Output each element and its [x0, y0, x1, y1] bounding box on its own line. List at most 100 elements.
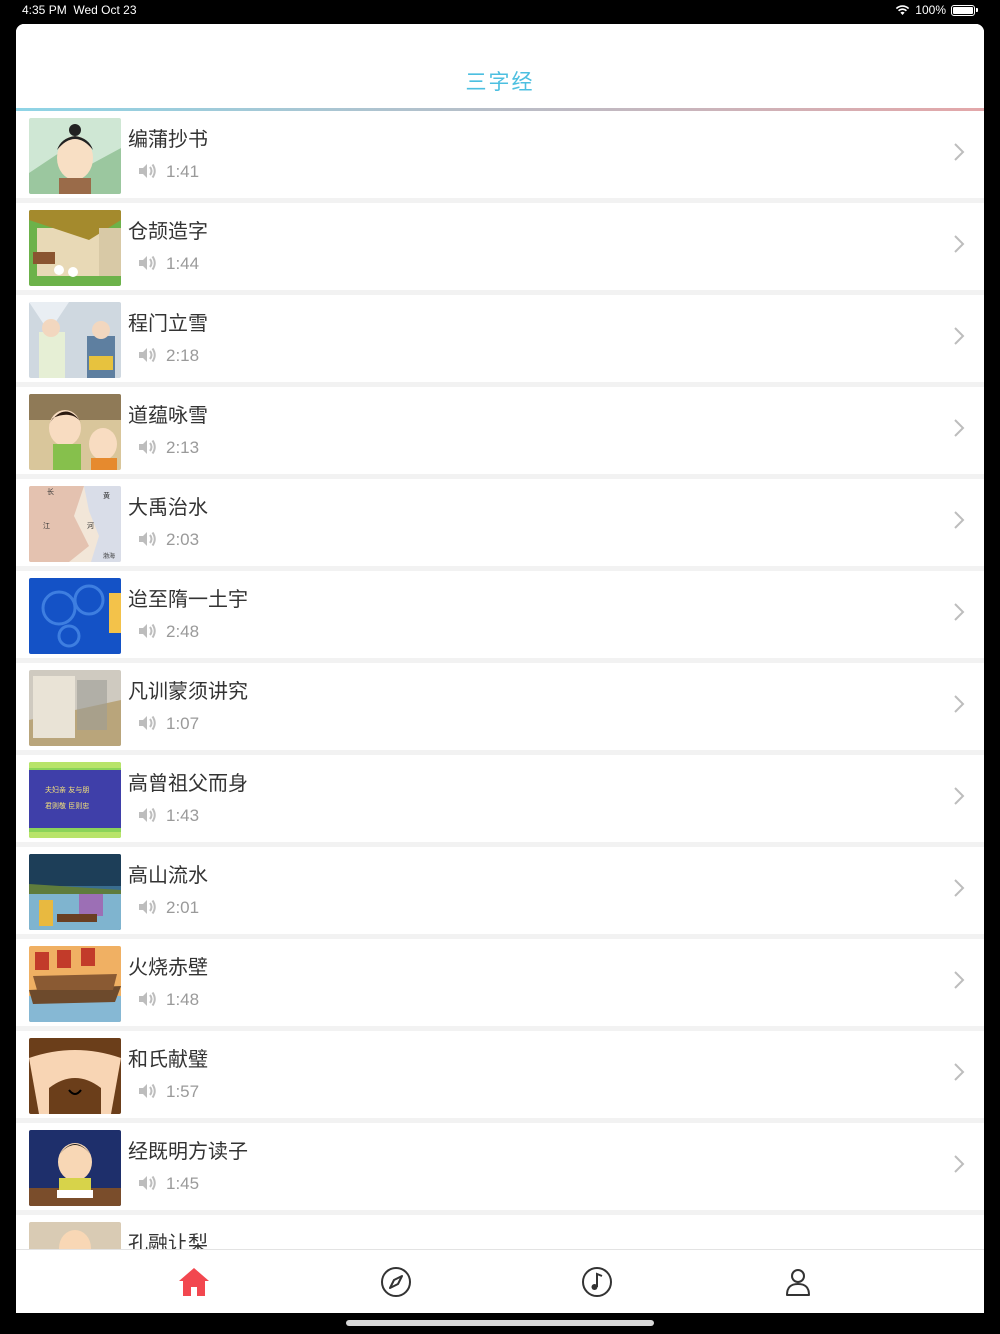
lesson-title: 经既明方读子 [128, 1139, 248, 1163]
speaker-icon [139, 1175, 156, 1191]
chevron-right-icon [954, 235, 965, 253]
chevron-right-icon [954, 695, 965, 713]
status-bar: 4:35 PM Wed Oct 23 100% [0, 0, 1000, 22]
battery-tip [976, 8, 978, 12]
lesson-title: 仓颉造字 [128, 219, 208, 243]
lesson-duration: 1:41 [166, 162, 200, 181]
svg-text:江: 江 [43, 522, 50, 530]
music-note-icon [582, 1267, 612, 1297]
list-item[interactable]: 和氏献璧 1:57 [16, 1031, 984, 1118]
battery-percent: 100% [915, 3, 946, 17]
lesson-title: 大禹治水 [128, 495, 208, 519]
lesson-title: 孔融让梨 [128, 1231, 208, 1249]
chevron-right-icon [954, 603, 965, 621]
chevron-right-icon [954, 1155, 965, 1173]
chevron-right-icon [954, 787, 965, 805]
lesson-thumbnail: 夫妇亲 友与朋君则敬 臣则忠 [29, 762, 121, 838]
lesson-thumbnail [29, 1038, 121, 1114]
list-item[interactable]: 孔融让梨 [16, 1215, 984, 1249]
speaker-icon [139, 1083, 156, 1099]
speaker-icon [139, 163, 156, 179]
list-item[interactable]: 迨至隋一土宇 2:48 [16, 571, 984, 658]
speaker-icon [139, 255, 156, 271]
lesson-title: 迨至隋一土宇 [128, 587, 248, 611]
chevron-right-icon [954, 1063, 965, 1081]
svg-text:黄: 黄 [103, 491, 110, 500]
status-indicators: 100% [895, 3, 978, 17]
lesson-thumbnail [29, 854, 121, 930]
svg-text:君则敬 臣则忠: 君则敬 臣则忠 [45, 801, 89, 810]
lesson-title: 编蒲抄书 [128, 127, 208, 151]
lesson-thumbnail [29, 118, 121, 194]
lesson-title: 高曾祖父而身 [128, 771, 248, 795]
lesson-duration: 1:48 [166, 990, 200, 1009]
lesson-list[interactable]: 编蒲抄书 1:41 仓颉造字 1:44 程门立雪 2:18 道蕴咏雪 2:13 长 黄江 河渤海 大禹… [16, 111, 984, 1249]
list-item[interactable]: 长 黄江 河渤海 大禹治水 2:03 [16, 479, 984, 566]
list-item[interactable]: 夫妇亲 友与朋 君则敬 臣则忠 高曾祖父而身 1:43 [16, 755, 984, 842]
lesson-thumbnail [29, 670, 121, 746]
tab-music[interactable] [579, 1264, 615, 1300]
lesson-title: 程门立雪 [128, 311, 208, 335]
tab-home[interactable] [176, 1264, 212, 1300]
speaker-icon [139, 439, 156, 455]
lesson-duration: 2:03 [166, 530, 200, 549]
svg-text:渤海: 渤海 [103, 552, 115, 560]
tab-bar [16, 1249, 984, 1313]
svg-text:夫妇亲 友与朋: 夫妇亲 友与朋 [45, 785, 89, 794]
speaker-icon [139, 899, 156, 915]
chevron-right-icon [954, 327, 965, 345]
speaker-icon [139, 715, 156, 731]
lesson-title: 高山流水 [128, 863, 208, 887]
lesson-title: 道蕴咏雪 [128, 403, 208, 427]
chevron-right-icon [954, 511, 965, 529]
lesson-duration: 1:57 [166, 1082, 200, 1101]
lesson-thumbnail [29, 210, 121, 286]
list-item[interactable]: 高山流水 2:01 [16, 847, 984, 934]
compass-icon [381, 1267, 411, 1297]
lesson-duration: 2:01 [166, 898, 200, 917]
status-date: Wed Oct 23 [73, 3, 137, 17]
lesson-thumbnail [29, 946, 121, 1022]
chevron-right-icon [954, 143, 965, 161]
list-item[interactable]: 编蒲抄书 1:41 [16, 111, 984, 198]
lesson-duration: 1:43 [166, 806, 200, 825]
page-title: 三字经 [465, 70, 535, 94]
speaker-icon [139, 347, 156, 363]
lesson-thumbnail [29, 1130, 121, 1206]
lesson-title: 凡训蒙须讲究 [128, 679, 248, 703]
list-item[interactable]: 道蕴咏雪 2:13 [16, 387, 984, 474]
lesson-title: 和氏献璧 [128, 1047, 208, 1071]
lesson-duration: 2:13 [166, 438, 200, 457]
speaker-icon [139, 623, 156, 639]
lesson-title: 火烧赤壁 [128, 955, 208, 979]
lesson-thumbnail [29, 302, 121, 378]
list-item[interactable]: 程门立雪 2:18 [16, 295, 984, 382]
battery-icon [951, 4, 975, 16]
lesson-duration: 1:45 [166, 1174, 200, 1193]
lesson-duration: 2:48 [166, 622, 200, 641]
speaker-icon [139, 531, 156, 547]
chevron-right-icon [954, 419, 965, 437]
speaker-icon [139, 991, 156, 1007]
tab-profile[interactable] [780, 1264, 816, 1300]
app-window: 三字经 编蒲抄书 1:41 仓颉造字 1:44 程门立雪 2:18 道蕴咏雪 2:13 长 黄江 河… [16, 24, 984, 1313]
lesson-duration: 2:18 [166, 346, 200, 365]
svg-text:河: 河 [87, 522, 94, 530]
status-time-date: 4:35 PM Wed Oct 23 [22, 3, 137, 17]
list-item[interactable]: 经既明方读子 1:45 [16, 1123, 984, 1210]
chevron-right-icon [954, 971, 965, 989]
list-item[interactable]: 凡训蒙须讲究 1:07 [16, 663, 984, 750]
list-item[interactable]: 仓颉造字 1:44 [16, 203, 984, 290]
lesson-thumbnail [29, 1222, 121, 1249]
list-item[interactable]: 火烧赤壁 1:48 [16, 939, 984, 1026]
house-icon [179, 1268, 209, 1296]
lesson-thumbnail [29, 394, 121, 470]
lesson-duration: 1:44 [166, 254, 200, 273]
wifi-icon [896, 5, 910, 15]
svg-text:长: 长 [47, 487, 54, 496]
lesson-thumbnail [29, 578, 121, 654]
tab-discover[interactable] [378, 1264, 414, 1300]
lesson-duration: 1:07 [166, 714, 200, 733]
status-time: 4:35 PM [22, 3, 67, 17]
user-icon [786, 1269, 810, 1296]
